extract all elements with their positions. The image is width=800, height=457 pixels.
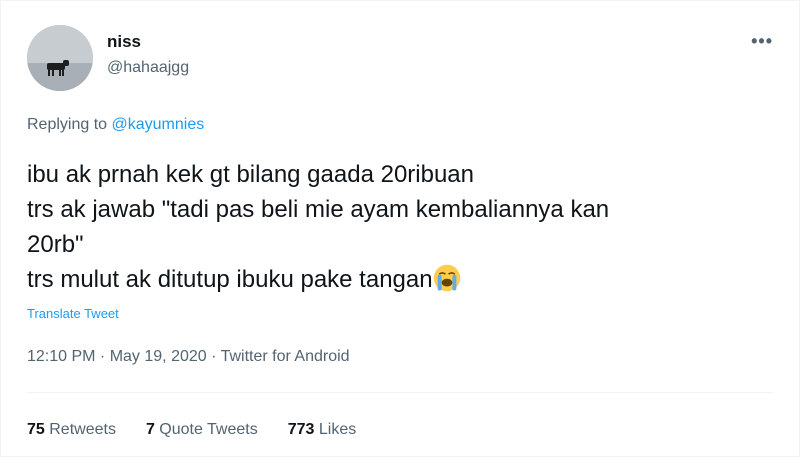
tweet-stats: 75 Retweets 7 Quote Tweets 773 Likes bbox=[27, 421, 356, 439]
quote-tweets-stat[interactable]: 7 Quote Tweets bbox=[146, 421, 258, 439]
likes-count: 773 bbox=[287, 421, 315, 438]
tweet-meta: 12:10 PM · May 19, 2020 · Twitter for An… bbox=[27, 348, 350, 366]
tweet-time[interactable]: 12:10 PM bbox=[27, 348, 95, 365]
meta-separator: · bbox=[206, 348, 221, 365]
author-handle[interactable]: @hahaajgg bbox=[107, 59, 189, 77]
replying-to: Replying to @kayumnies bbox=[27, 116, 204, 134]
tweet-text-line: ibu ak prnah kek gt bilang gaada 20ribua… bbox=[27, 161, 474, 188]
tweet-text-line: trs ak jawab "tadi pas beli mie ayam kem… bbox=[27, 196, 610, 223]
avatar[interactable] bbox=[27, 25, 93, 91]
meta-separator: · bbox=[95, 348, 110, 365]
retweets-count: 75 bbox=[27, 421, 45, 438]
retweets-stat[interactable]: 75 Retweets bbox=[27, 421, 116, 439]
more-options-icon[interactable]: ••• bbox=[751, 31, 773, 52]
translate-tweet-link[interactable]: Translate Tweet bbox=[27, 306, 119, 321]
tweet-text-line-last: trs mulut ak ditutup ibuku pake tangan bbox=[27, 262, 767, 297]
retweets-label: Retweets bbox=[44, 421, 116, 438]
quote-tweets-count: 7 bbox=[145, 421, 155, 438]
quote-tweets-label: Quote Tweets bbox=[154, 421, 258, 438]
avatar-image bbox=[27, 25, 93, 91]
tweet-date[interactable]: May 19, 2020 bbox=[110, 348, 207, 365]
replying-to-prefix: Replying to bbox=[27, 116, 112, 133]
divider bbox=[27, 392, 773, 393]
author-name[interactable]: niss bbox=[107, 32, 141, 52]
tweet-card: niss @hahaajgg ••• Replying to @kayumnie… bbox=[0, 0, 800, 457]
tweet-text: ibu ak prnah kek gt bilang gaada 20ribua… bbox=[27, 157, 767, 297]
likes-stat[interactable]: 773 Likes bbox=[288, 421, 357, 439]
tweet-text-line: 20rb" bbox=[27, 231, 84, 258]
replying-to-mention[interactable]: @kayumnies bbox=[112, 116, 205, 133]
loudly-crying-face-icon bbox=[433, 264, 460, 292]
tweet-text-line: trs mulut ak ditutup ibuku pake tangan bbox=[27, 266, 433, 293]
tweet-source[interactable]: Twitter for Android bbox=[221, 348, 350, 365]
likes-label: Likes bbox=[314, 421, 357, 438]
